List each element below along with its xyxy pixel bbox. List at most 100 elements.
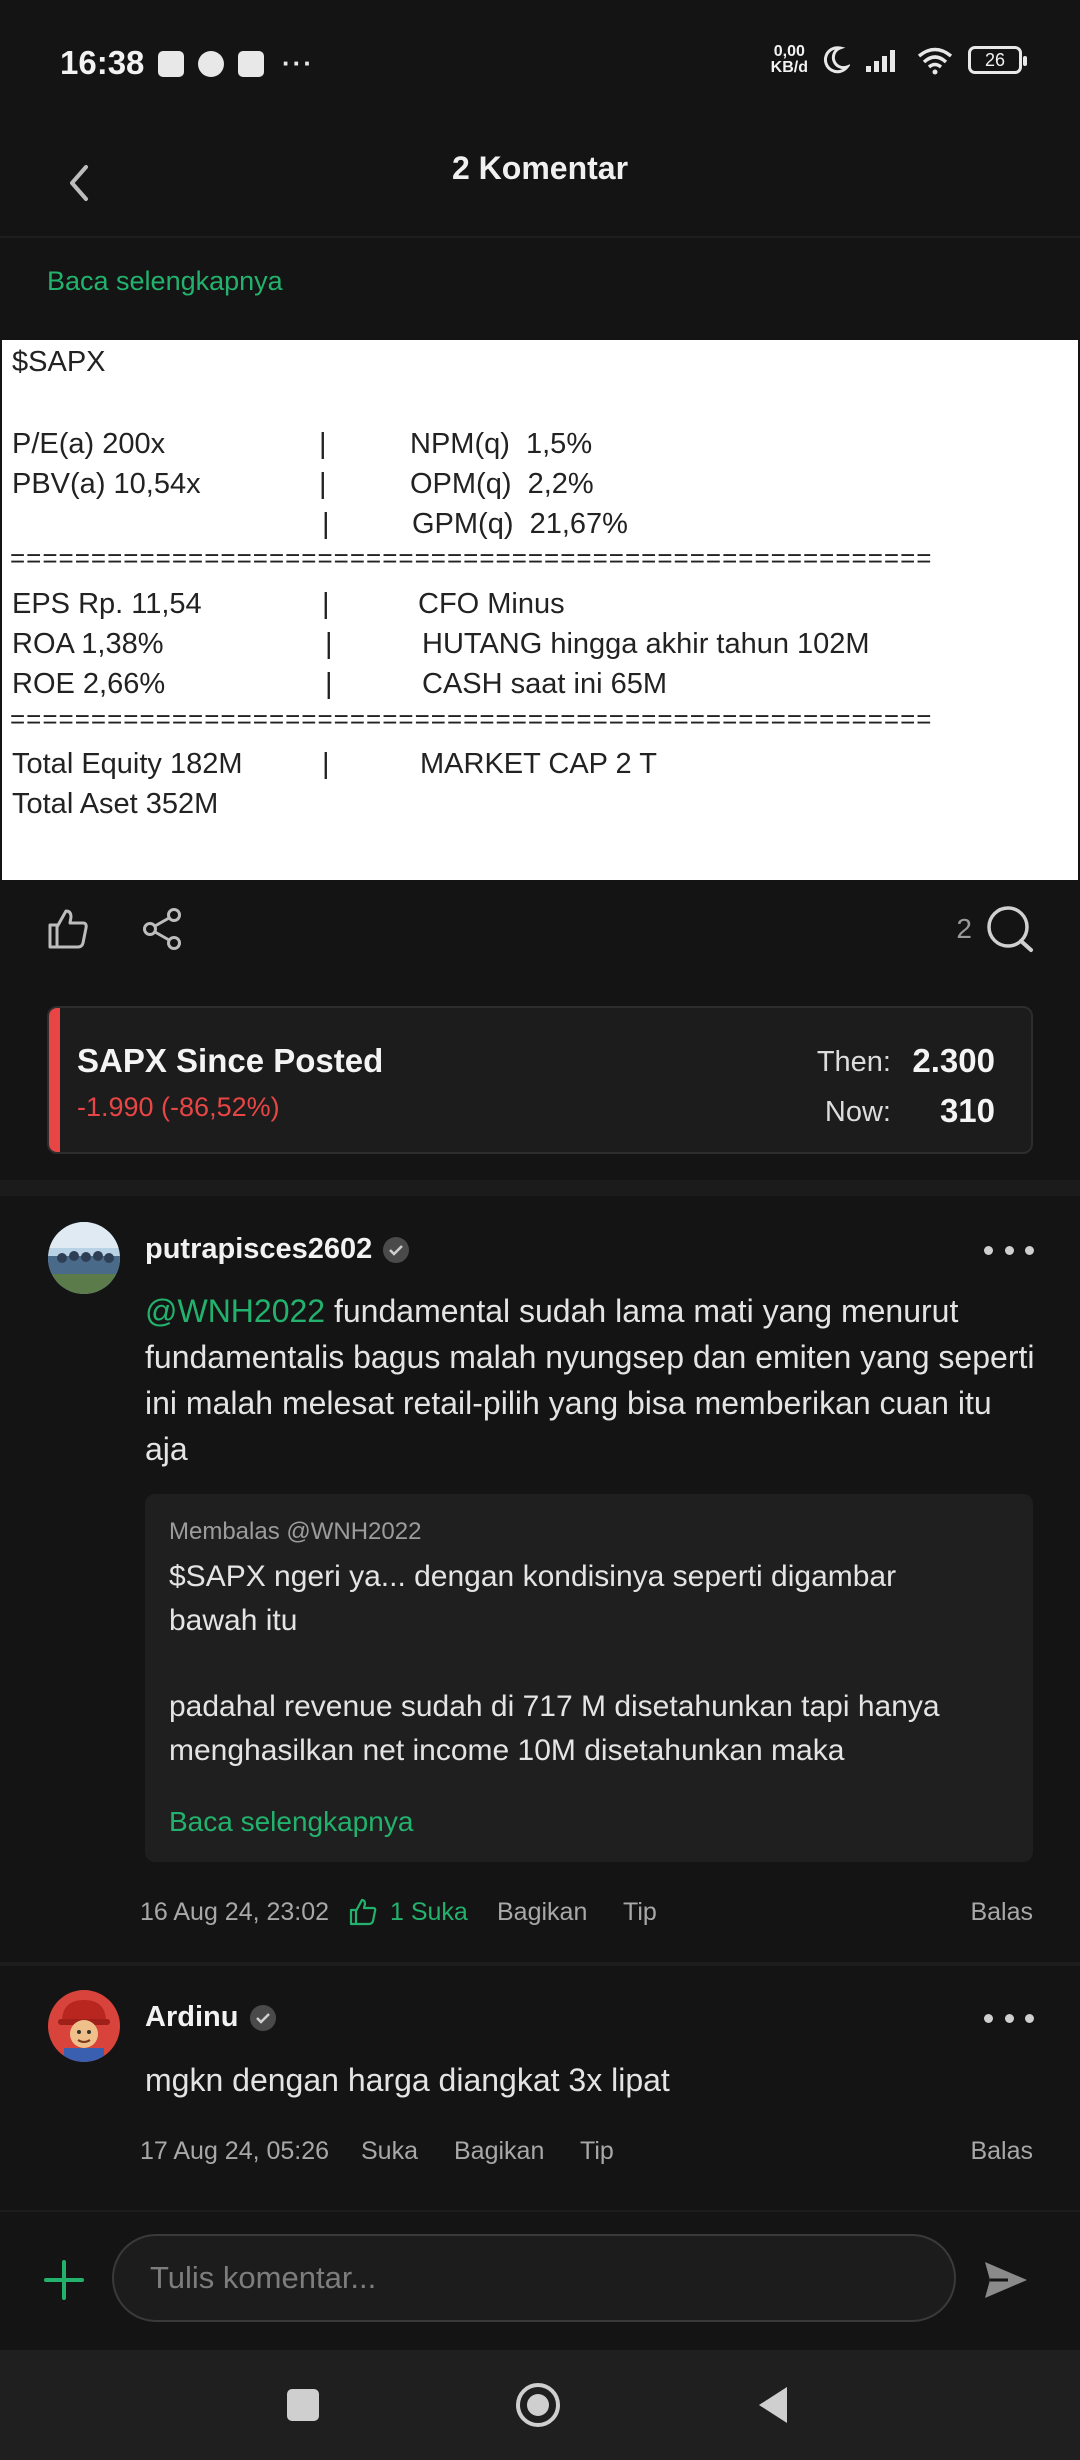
comment-divider <box>0 1962 1080 1966</box>
share-link[interactable]: Bagikan <box>497 1898 587 1927</box>
image-pipe: | <box>322 588 330 620</box>
comment-composer <box>0 2210 1080 2350</box>
then-price: 2.300 <box>912 1042 995 1079</box>
app-notification-icon <box>158 50 184 77</box>
comment-timestamp: 16 Aug 24, 23:02 <box>140 1898 330 1926</box>
group-photo-avatar-icon <box>48 1222 120 1294</box>
quote-line: $SAPX ngeri ya... dengan kondisinya sepe… <box>169 1560 897 1593</box>
notification-icons: ··· <box>158 48 314 79</box>
back-nav-button[interactable] <box>748 2380 798 2430</box>
home-button[interactable] <box>513 2380 563 2430</box>
system-indicators: 0,00 KB/d 26 <box>771 44 1027 76</box>
image-opm: OPM(q) 2,2% <box>410 468 594 500</box>
attach-button[interactable] <box>42 2258 86 2302</box>
image-equity: Total Equity 182M <box>12 748 243 780</box>
cartoon-avatar-icon <box>48 1990 120 2062</box>
send-button[interactable] <box>982 2258 1030 2302</box>
comment-more-button[interactable] <box>984 1240 1034 1260</box>
comment-body: mgkn dengan harga diangkat 3x lipat <box>145 2062 670 2098</box>
image-gpm: GPM(q) 21,67% <box>412 508 628 540</box>
comment-icon <box>987 906 1033 952</box>
comment-more-button[interactable] <box>984 2008 1034 2028</box>
signal-icon <box>866 50 895 72</box>
share-icon <box>143 908 181 950</box>
news-icon <box>238 50 264 77</box>
wifi-icon <box>917 47 953 75</box>
tip-link[interactable]: Tip <box>623 1898 657 1927</box>
image-pipe: | <box>325 668 333 700</box>
battery-icon: 26 <box>968 46 1027 74</box>
post-image[interactable]: $SAPX P/E(a) 200x | NPM(q) 1,5% PBV(a) 1… <box>2 340 1078 880</box>
like-count-link[interactable]: 1 Suka <box>390 1898 468 1927</box>
share-link[interactable]: Bagikan <box>454 2137 544 2166</box>
comment-text: @WNH2022 fundamental sudah lama mati yan… <box>145 1288 1035 1472</box>
image-hutang: HUTANG hingga akhir tahun 102M <box>422 628 870 660</box>
image-cfo: CFO Minus <box>418 588 565 620</box>
image-ticker: $SAPX <box>12 346 106 378</box>
comment-count: 2 <box>956 913 972 944</box>
home-circle-icon <box>516 2383 560 2427</box>
verified-icon <box>383 1237 409 1263</box>
post-read-more-link[interactable]: Baca selengkapnya <box>47 266 283 297</box>
quote-read-more-link[interactable]: Baca selengkapnya <box>169 1806 413 1838</box>
system-navigation-bar <box>0 2350 1080 2460</box>
price-performance-card[interactable]: SAPX Since Posted -1.990 (-86,52%) Then:… <box>47 1006 1033 1154</box>
image-market-cap: MARKET CAP 2 T <box>420 748 657 780</box>
image-roe: ROE 2,66% <box>12 668 166 700</box>
image-total-aset: Total Aset 352M <box>12 788 219 820</box>
now-price: 310 <box>939 1092 995 1129</box>
image-npm: NPM(q) 1,5% <box>410 428 593 460</box>
now-label: Now: <box>824 1096 891 1128</box>
like-button[interactable] <box>44 905 92 953</box>
battery-level: 26 <box>984 50 1006 70</box>
price-card-title: SAPX Since Posted <box>77 1042 384 1079</box>
image-pipe: | <box>319 428 327 460</box>
top-app-bar: 2 Komentar <box>0 128 1080 238</box>
status-bar: 16:38 ··· 0,00 KB/d 26 <box>0 0 1080 128</box>
then-label: Then: <box>816 1046 891 1078</box>
avatar[interactable] <box>48 1990 120 2062</box>
share-button[interactable] <box>138 905 186 953</box>
comment-mention[interactable]: @WNH2022 <box>145 1293 325 1329</box>
more-notifications-icon: ··· <box>282 48 314 78</box>
image-roa: ROA 1,38% <box>12 628 164 660</box>
moon-icon <box>824 46 850 74</box>
comment-button[interactable] <box>984 903 1036 955</box>
triangle-back-icon <box>759 2387 787 2423</box>
thumbs-up-icon[interactable] <box>348 1897 378 1927</box>
image-pipe: | <box>325 628 333 660</box>
network-speed: 0,00 KB/d <box>771 44 808 76</box>
image-cash: CASH saat ini 65M <box>422 668 667 700</box>
section-divider <box>0 1180 1080 1196</box>
square-icon <box>287 2389 319 2421</box>
image-pipe: | <box>322 748 330 780</box>
page-title: 2 Komentar <box>451 150 629 186</box>
status-time: 16:38 <box>60 44 145 81</box>
plus-icon <box>44 2260 84 2300</box>
image-pipe: | <box>322 508 330 540</box>
network-speed-value: 0,00 <box>773 43 805 60</box>
quote-line: menghasilkan net income 10M disetahunkan… <box>169 1734 845 1767</box>
reply-link[interactable]: Balas <box>970 1898 1033 1927</box>
comment-username[interactable]: Ardinu <box>145 2001 238 2034</box>
comment-username[interactable]: putrapisces2602 <box>145 1233 372 1266</box>
image-eps: EPS Rp. 11,54 <box>12 588 202 620</box>
thumbs-up-icon <box>48 909 88 949</box>
tip-link[interactable]: Tip <box>580 2137 614 2166</box>
network-speed-unit: KB/d <box>770 59 808 76</box>
avatar[interactable] <box>48 1222 120 1294</box>
quote-line: padahal revenue sudah di 717 M disetahun… <box>169 1690 940 1723</box>
image-pipe: | <box>319 468 327 500</box>
like-link[interactable]: Suka <box>361 2137 418 2166</box>
quoted-reply[interactable]: Membalas @WNH2022 $SAPX ngeri ya... deng… <box>145 1494 1033 1862</box>
recent-apps-button[interactable] <box>278 2380 328 2430</box>
image-pe: P/E(a) 200x <box>12 428 166 460</box>
price-change: -1.990 (-86,52%) <box>77 1092 280 1122</box>
comment-input[interactable] <box>112 2234 956 2322</box>
facebook-icon <box>198 50 224 77</box>
verified-icon <box>250 2005 276 2031</box>
negative-indicator-bar <box>49 1008 60 1152</box>
reply-to-label: Membalas @WNH2022 <box>169 1518 422 1545</box>
reply-link[interactable]: Balas <box>970 2137 1033 2166</box>
image-divider: ========================================… <box>10 543 933 573</box>
